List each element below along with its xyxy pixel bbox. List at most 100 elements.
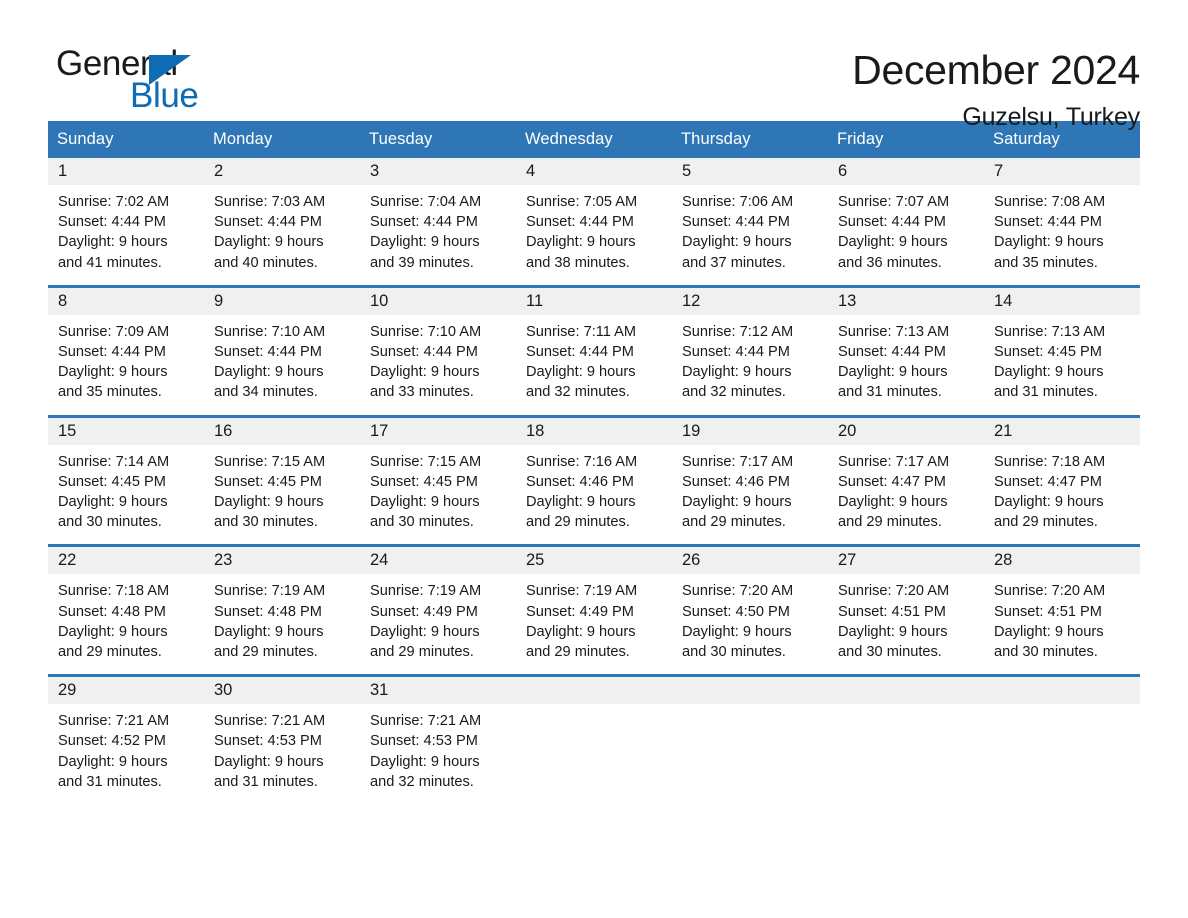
sun-times-text: Sunrise: 7:19 AM Sunset: 4:49 PM Dayligh… <box>370 583 482 661</box>
calendar-day-cell[interactable]: 5 Sunrise: 7:06 AM Sunset: 4:44 PM Daylig… <box>672 158 828 273</box>
calendar-day-cell[interactable]: 6 Sunrise: 7:07 AM Sunset: 4:44 PM Daylig… <box>828 158 984 273</box>
calendar-day-cell-empty <box>672 677 828 792</box>
day-number: 27 <box>838 551 857 570</box>
day-number: 16 <box>214 421 233 440</box>
day-header-monday: Monday <box>213 130 273 148</box>
calendar-day-cell[interactable]: 4 Sunrise: 7:05 AM Sunset: 4:44 PM Daylig… <box>516 158 672 273</box>
day-number: 18 <box>526 421 545 440</box>
sun-times-text: Sunrise: 7:10 AM Sunset: 4:44 PM Dayligh… <box>214 323 326 401</box>
day-number: 19 <box>682 421 701 440</box>
day-number: 2 <box>214 162 224 180</box>
day-number: 23 <box>214 551 233 570</box>
calendar-day-cell[interactable]: 11 Sunrise: 7:11 AM Sunset: 4:44 PM Dayli… <box>516 287 672 403</box>
day-number: 8 <box>58 291 68 310</box>
calendar-day-cell[interactable]: 17 Sunrise: 7:15 AM Sunset: 4:45 PM Dayli… <box>360 417 516 533</box>
calendar-day-cell[interactable]: 14 Sunrise: 7:13 AM Sunset: 4:45 PM Dayli… <box>984 287 1140 403</box>
day-number-band: 11 <box>516 287 672 315</box>
day-number: 12 <box>682 291 701 310</box>
day-header-saturday: Saturday <box>993 130 1060 148</box>
sun-times-text: Sunrise: 7:09 AM Sunset: 4:44 PM Dayligh… <box>58 323 170 401</box>
day-number-band: 16 <box>204 417 360 445</box>
sun-times-text: Sunrise: 7:18 AM Sunset: 4:48 PM Dayligh… <box>58 583 170 661</box>
calendar-day-cell[interactable]: 31 Sunrise: 7:21 AM Sunset: 4:53 PM Dayli… <box>360 677 516 792</box>
sun-times-text: Sunrise: 7:10 AM Sunset: 4:44 PM Dayligh… <box>370 323 482 401</box>
day-number-band: 25 <box>516 547 672 575</box>
sun-times-text: Sunrise: 7:19 AM Sunset: 4:49 PM Dayligh… <box>526 583 638 661</box>
page-title: December 2024 <box>852 47 1140 93</box>
day-number-band: 18 <box>516 417 672 445</box>
calendar-week-row: 8 Sunrise: 7:09 AM Sunset: 4:44 PM Daylig… <box>48 284 1140 403</box>
calendar-day-cell[interactable]: 15 Sunrise: 7:14 AM Sunset: 4:45 PM Dayli… <box>48 417 204 533</box>
day-number-band: 9 <box>204 287 360 315</box>
calendar-week-row: 22 Sunrise: 7:18 AM Sunset: 4:48 PM Dayli… <box>48 544 1140 662</box>
day-number: 13 <box>838 291 857 310</box>
day-number-band <box>516 677 672 705</box>
sun-times-text: Sunrise: 7:18 AM Sunset: 4:47 PM Dayligh… <box>994 453 1106 531</box>
calendar-day-cell[interactable]: 16 Sunrise: 7:15 AM Sunset: 4:45 PM Dayli… <box>204 417 360 533</box>
calendar-grid: Sunday Monday Tuesday Wednesday Thursday… <box>48 121 1140 792</box>
calendar-day-cell[interactable]: 25 Sunrise: 7:19 AM Sunset: 4:49 PM Dayli… <box>516 547 672 662</box>
day-number-band: 29 <box>48 677 204 705</box>
day-number-band: 17 <box>360 417 516 445</box>
day-number-band: 4 <box>516 158 672 185</box>
logo-text-blue: Blue <box>130 76 199 115</box>
day-number-band <box>672 677 828 705</box>
sun-times-text: Sunrise: 7:06 AM Sunset: 4:44 PM Dayligh… <box>682 194 794 271</box>
sun-times-text: Sunrise: 7:15 AM Sunset: 4:45 PM Dayligh… <box>370 453 482 531</box>
calendar-day-cell[interactable]: 20 Sunrise: 7:17 AM Sunset: 4:47 PM Dayli… <box>828 417 984 533</box>
calendar-day-cell[interactable]: 27 Sunrise: 7:20 AM Sunset: 4:51 PM Dayli… <box>828 547 984 662</box>
day-number-band: 23 <box>204 547 360 575</box>
sun-times-text: Sunrise: 7:07 AM Sunset: 4:44 PM Dayligh… <box>838 194 950 271</box>
sun-times-text <box>828 704 984 711</box>
day-number: 25 <box>526 551 545 570</box>
day-number-band: 22 <box>48 547 204 575</box>
calendar-day-cell[interactable]: 29 Sunrise: 7:21 AM Sunset: 4:52 PM Dayli… <box>48 677 204 792</box>
calendar-day-cell[interactable]: 23 Sunrise: 7:19 AM Sunset: 4:48 PM Dayli… <box>204 547 360 662</box>
calendar-day-cell[interactable]: 22 Sunrise: 7:18 AM Sunset: 4:48 PM Dayli… <box>48 547 204 662</box>
day-number-band: 20 <box>828 417 984 445</box>
calendar-day-cell[interactable]: 21 Sunrise: 7:18 AM Sunset: 4:47 PM Dayli… <box>984 417 1140 533</box>
calendar-day-cell[interactable]: 2 Sunrise: 7:03 AM Sunset: 4:44 PM Daylig… <box>204 158 360 273</box>
calendar-day-cell[interactable]: 7 Sunrise: 7:08 AM Sunset: 4:44 PM Daylig… <box>984 158 1140 273</box>
calendar-day-cell[interactable]: 12 Sunrise: 7:12 AM Sunset: 4:44 PM Dayli… <box>672 287 828 403</box>
day-number-band: 21 <box>984 417 1140 445</box>
sun-times-text: Sunrise: 7:11 AM Sunset: 4:44 PM Dayligh… <box>526 323 637 401</box>
day-number: 5 <box>682 162 692 180</box>
day-number-band: 10 <box>360 287 516 315</box>
calendar-day-cell[interactable]: 28 Sunrise: 7:20 AM Sunset: 4:51 PM Dayli… <box>984 547 1140 662</box>
calendar-day-cell[interactable]: 18 Sunrise: 7:16 AM Sunset: 4:46 PM Dayli… <box>516 417 672 533</box>
day-number: 22 <box>58 551 77 570</box>
general-blue-logo[interactable]: General Blue <box>48 44 308 124</box>
sun-times-text: Sunrise: 7:16 AM Sunset: 4:46 PM Dayligh… <box>526 453 638 531</box>
day-number: 1 <box>58 162 68 180</box>
day-number-band: 7 <box>984 158 1140 185</box>
day-number-band <box>828 677 984 705</box>
day-number: 15 <box>58 421 77 440</box>
calendar-day-cell[interactable]: 24 Sunrise: 7:19 AM Sunset: 4:49 PM Dayli… <box>360 547 516 662</box>
calendar-day-cell[interactable]: 9 Sunrise: 7:10 AM Sunset: 4:44 PM Daylig… <box>204 287 360 403</box>
day-number-band: 14 <box>984 287 1140 315</box>
sun-times-text <box>984 704 1140 711</box>
day-number-band: 24 <box>360 547 516 575</box>
calendar-week-row: 1 Sunrise: 7:02 AM Sunset: 4:44 PM Daylig… <box>48 158 1140 273</box>
day-number-band: 15 <box>48 417 204 445</box>
day-header-sunday: Sunday <box>57 130 114 148</box>
sun-times-text: Sunrise: 7:17 AM Sunset: 4:46 PM Dayligh… <box>682 453 794 531</box>
calendar-day-cell[interactable]: 10 Sunrise: 7:10 AM Sunset: 4:44 PM Dayli… <box>360 287 516 403</box>
day-number-band: 1 <box>48 158 204 185</box>
calendar-day-cell[interactable]: 26 Sunrise: 7:20 AM Sunset: 4:50 PM Dayli… <box>672 547 828 662</box>
day-number-band: 26 <box>672 547 828 575</box>
calendar-day-cell[interactable]: 3 Sunrise: 7:04 AM Sunset: 4:44 PM Daylig… <box>360 158 516 273</box>
calendar-day-cell[interactable]: 13 Sunrise: 7:13 AM Sunset: 4:44 PM Dayli… <box>828 287 984 403</box>
sun-times-text: Sunrise: 7:20 AM Sunset: 4:50 PM Dayligh… <box>682 583 794 661</box>
sun-times-text: Sunrise: 7:21 AM Sunset: 4:53 PM Dayligh… <box>214 713 326 790</box>
sun-times-text: Sunrise: 7:05 AM Sunset: 4:44 PM Dayligh… <box>526 194 638 271</box>
calendar-day-cell[interactable]: 19 Sunrise: 7:17 AM Sunset: 4:46 PM Dayli… <box>672 417 828 533</box>
calendar-day-cell[interactable]: 1 Sunrise: 7:02 AM Sunset: 4:44 PM Daylig… <box>48 158 204 273</box>
calendar-day-cell[interactable]: 30 Sunrise: 7:21 AM Sunset: 4:53 PM Dayli… <box>204 677 360 792</box>
sun-times-text: Sunrise: 7:08 AM Sunset: 4:44 PM Dayligh… <box>994 194 1106 271</box>
day-header-wednesday: Wednesday <box>525 130 613 148</box>
day-number: 14 <box>994 291 1013 310</box>
sun-times-text: Sunrise: 7:13 AM Sunset: 4:45 PM Dayligh… <box>994 323 1106 401</box>
calendar-day-cell[interactable]: 8 Sunrise: 7:09 AM Sunset: 4:44 PM Daylig… <box>48 287 204 403</box>
